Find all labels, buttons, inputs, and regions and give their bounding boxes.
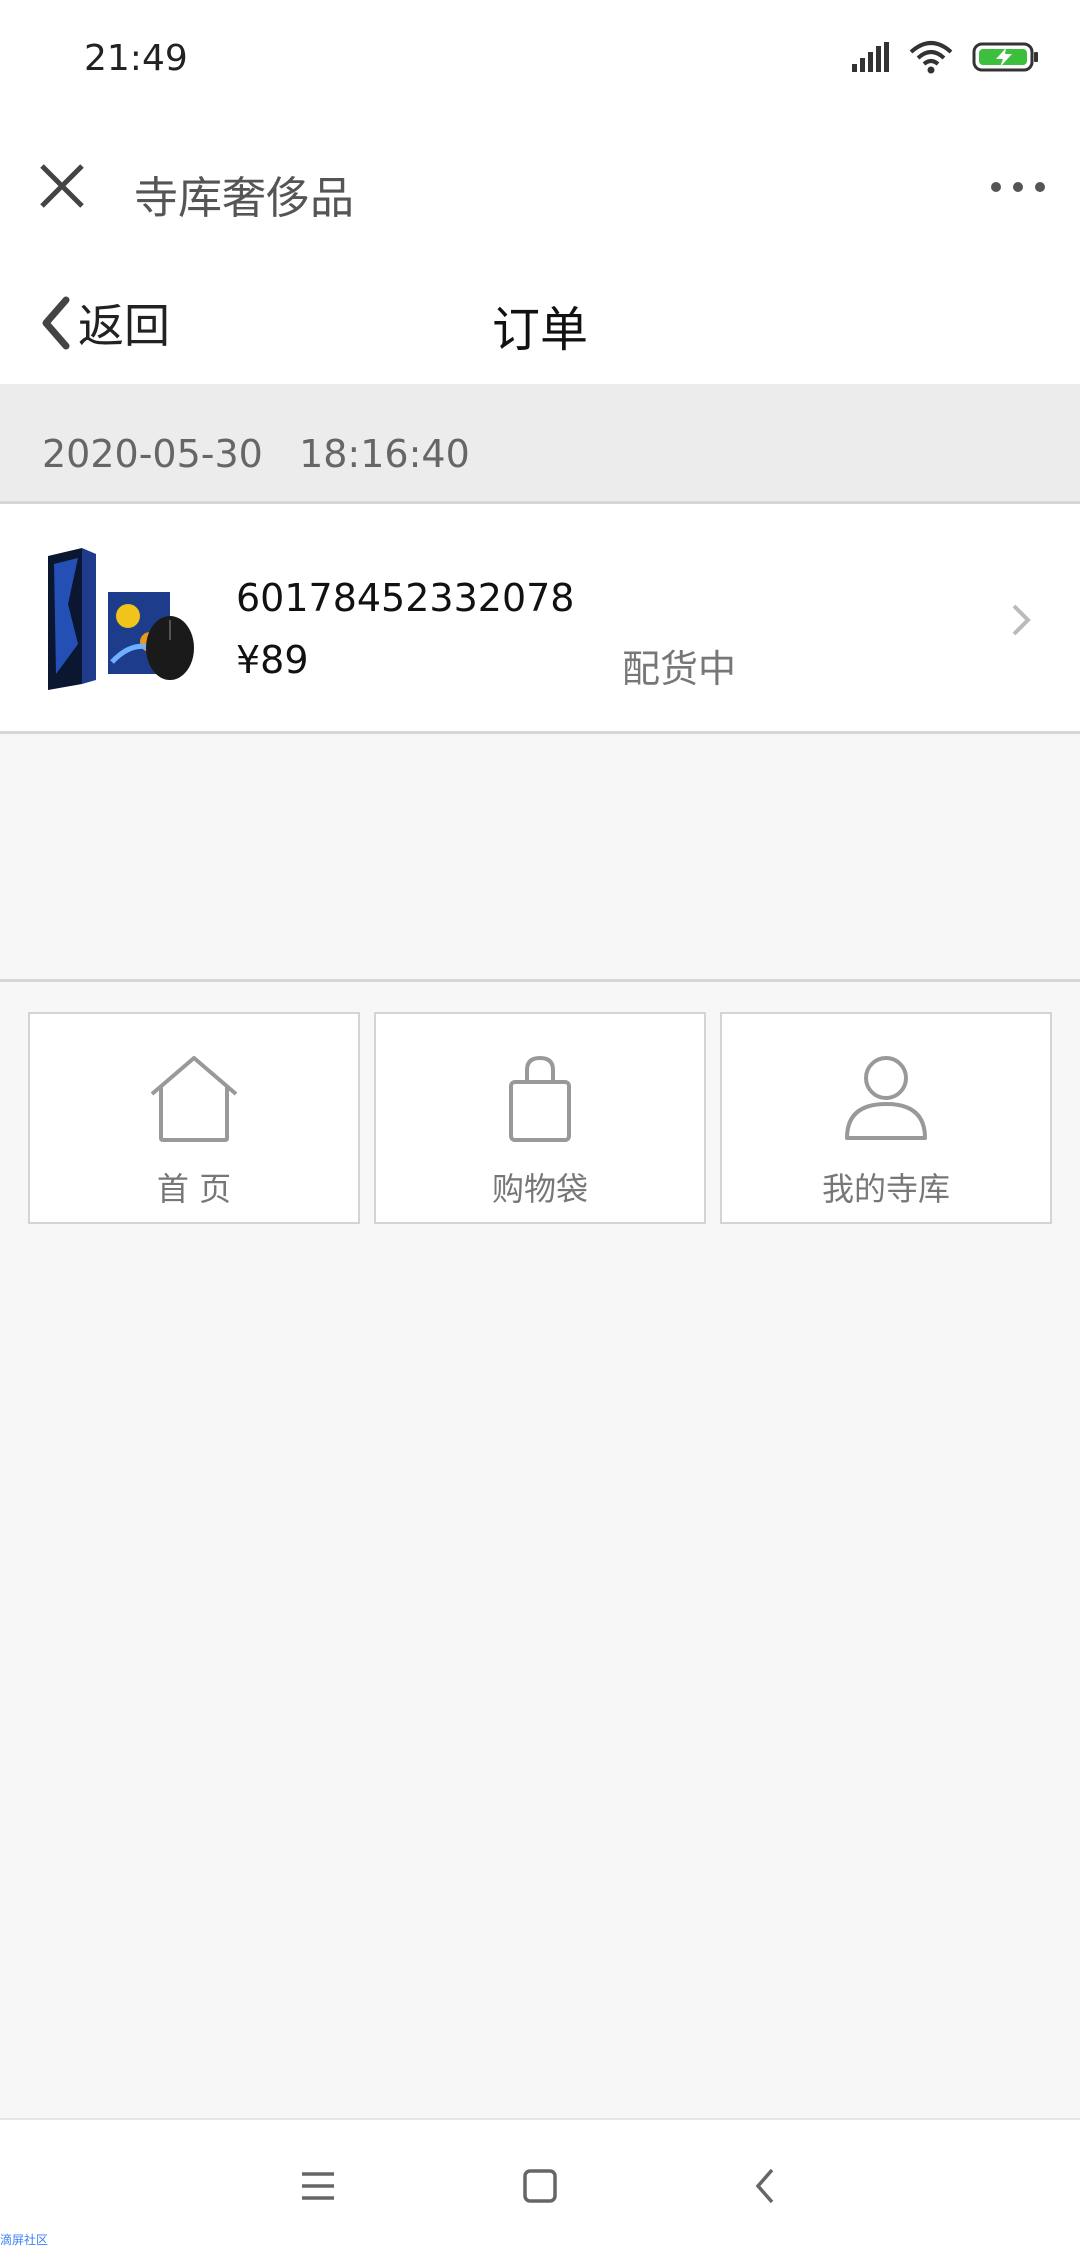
bottom-nav: 首 页 购物袋 我的寺库 <box>28 1012 1052 1224</box>
back-label: 返回 <box>78 299 170 353</box>
app-header: 寺库奢侈品 <box>0 128 1080 248</box>
shopping-bag-icon <box>509 1055 571 1142</box>
chevron-right-icon <box>1012 604 1031 636</box>
home-icon <box>150 1056 238 1142</box>
wifi-icon <box>909 41 953 74</box>
nav-home[interactable]: 首 页 <box>28 1012 360 1224</box>
battery-charging-icon <box>972 42 1038 72</box>
order-id: 60178452332078 <box>236 576 575 620</box>
empty-area <box>0 734 1080 982</box>
more-icon[interactable] <box>988 172 1048 202</box>
status-icons <box>850 40 1040 74</box>
nav-my-secoo[interactable]: 我的寺库 <box>720 1012 1052 1224</box>
close-icon[interactable] <box>34 158 90 214</box>
signal-icon <box>852 42 889 72</box>
chevron-left-icon <box>42 296 70 350</box>
app-title: 寺库奢侈品 <box>134 173 354 224</box>
watermark: 滴屏社区 <box>0 2233 49 2247</box>
order-date: 2020-05-30 18:16:40 <box>42 432 470 476</box>
nav-my-secoo-label: 我的寺库 <box>821 1170 950 1208</box>
page-nav: 订单 返回 <box>0 248 1080 384</box>
nav-shopping-bag[interactable]: 购物袋 <box>374 1012 706 1224</box>
product-thumbnail <box>48 548 194 690</box>
order-date-header: 2020-05-30 18:16:40 <box>0 384 1080 504</box>
order-price: ¥89 <box>236 638 309 682</box>
status-bar: 21:49 <box>0 0 1080 128</box>
status-time: 21:49 <box>84 38 188 79</box>
user-icon <box>845 1056 927 1140</box>
back-icon[interactable] <box>738 2158 794 2214</box>
order-status: 配货中 <box>622 647 737 691</box>
order-row[interactable]: 60178452332078 ¥89 配货中 <box>0 504 1080 734</box>
back-button[interactable]: 返回 <box>40 290 170 356</box>
nav-home-label: 首 页 <box>156 1170 232 1208</box>
home-square-icon[interactable] <box>512 2158 568 2214</box>
system-nav-bar <box>0 2118 1080 2248</box>
nav-shopping-bag-label: 购物袋 <box>491 1170 588 1208</box>
menu-icon[interactable] <box>290 2158 346 2214</box>
